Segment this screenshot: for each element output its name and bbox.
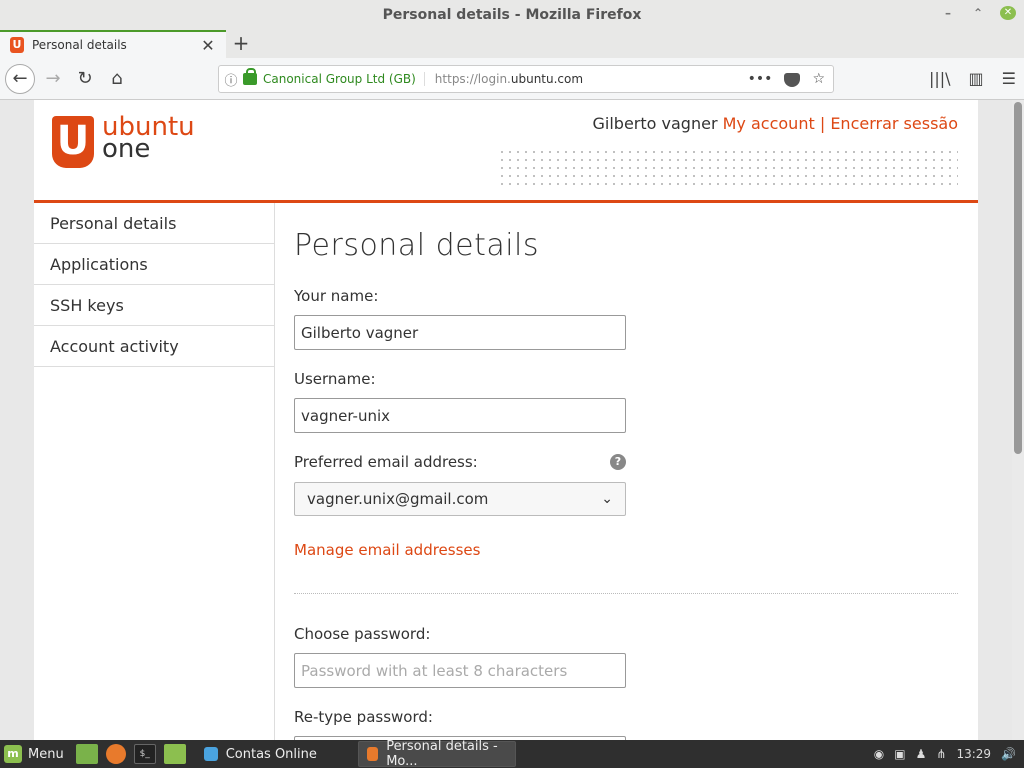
page-scrollbar[interactable] (1012, 100, 1024, 740)
sidebar-item-ssh-keys[interactable]: SSH keys (34, 285, 274, 326)
mint-logo-icon: m (4, 745, 22, 763)
navigation-toolbar: ← → ↻ ⌂ ⓘ Canonical Group Ltd (GB) https… (0, 58, 1024, 100)
forward-button[interactable]: → (40, 66, 66, 92)
ubuntu-one-logo-icon: U (52, 116, 94, 168)
toolbar-right: |||\ ▥ ☰ (929, 69, 1016, 88)
sidebar-toggle-icon[interactable]: ▥ (969, 69, 984, 88)
show-desktop-icon[interactable] (75, 744, 98, 764)
logo-text: ubuntu one (102, 114, 195, 162)
email-select[interactable]: vagner.unix@gmail.com ⌄ (294, 482, 626, 516)
personal-details-form: Personal details Your name: Username: Pr… (294, 203, 958, 740)
ubuntu-favicon-icon: U (10, 37, 24, 53)
ubuntu-one-logo[interactable]: U ubuntu one (52, 114, 195, 168)
task-label: Personal details - Mo... (386, 739, 498, 768)
hamburger-menu-icon[interactable]: ☰ (1002, 69, 1016, 88)
bookmark-star-icon[interactable]: ☆ (812, 71, 825, 87)
name-label: Your name: (294, 287, 379, 305)
volume-icon[interactable]: 🔊 (1001, 747, 1016, 761)
username-input[interactable] (294, 398, 626, 433)
update-manager-icon[interactable]: ◉ (874, 747, 884, 761)
online-accounts-icon (203, 747, 218, 761)
site-info-icon[interactable]: ⓘ (219, 70, 243, 89)
back-button[interactable]: ← (5, 64, 35, 94)
firefox-icon (366, 747, 379, 761)
sidebar-item-applications[interactable]: Applications (34, 244, 274, 285)
task-label: Contas Online (225, 746, 317, 762)
certificate-organization[interactable]: Canonical Group Ltd (GB) (263, 72, 425, 86)
start-menu-button[interactable]: m Menu (0, 745, 72, 763)
sidebar-item-account-activity[interactable]: Account activity (34, 326, 274, 367)
reload-button[interactable]: ↻ (72, 66, 98, 92)
sidebar-divider (274, 203, 275, 740)
password-input[interactable] (294, 653, 626, 688)
account-sidebar: Personal details Applications SSH keys A… (34, 203, 274, 367)
maximize-icon[interactable]: ⌃ (970, 6, 986, 20)
files-launcher-icon[interactable] (163, 744, 186, 764)
tab-personal-details[interactable]: U Personal details ✕ (0, 30, 226, 58)
user-icon[interactable]: ♟ (916, 747, 927, 761)
help-icon[interactable]: ? (610, 454, 626, 470)
section-divider (294, 593, 958, 594)
url-actions: ••• ☆ (748, 71, 833, 87)
new-tab-button[interactable]: + (230, 32, 252, 54)
system-tray: ◉ ▣ ♟ ⋔ 13:29 🔊 (874, 747, 1024, 761)
manage-email-link[interactable]: Manage email addresses (294, 541, 958, 559)
library-icon[interactable]: |||\ (929, 69, 951, 88)
tab-bar: U Personal details ✕ + (0, 30, 1024, 58)
dotted-pattern (498, 148, 958, 190)
menu-label: Menu (28, 746, 64, 762)
page-viewport: U ubuntu one Gilberto vagner My account … (0, 100, 1024, 740)
close-window-icon[interactable]: ✕ (1000, 6, 1016, 20)
lock-icon (243, 68, 257, 85)
scrollbar-thumb[interactable] (1014, 102, 1022, 454)
tab-close-icon[interactable]: ✕ (198, 36, 218, 55)
clipboard-icon[interactable]: ▣ (894, 747, 905, 761)
url-domain: ubuntu.com (510, 72, 584, 86)
page-title: Personal details (294, 228, 540, 263)
window-title: Personal details - Mozilla Firefox (382, 7, 642, 23)
password-label: Choose password: (294, 625, 431, 643)
name-input[interactable] (294, 315, 626, 350)
page-actions-icon[interactable]: ••• (748, 71, 773, 87)
chevron-down-icon: ⌄ (601, 491, 613, 507)
logout-link[interactable]: Encerrar sessão (830, 114, 958, 133)
user-links: Gilberto vagner My account | Encerrar se… (593, 114, 958, 133)
terminal-launcher-icon[interactable]: $_ (133, 744, 156, 764)
minimize-icon[interactable]: – (940, 6, 956, 20)
email-selected-value: vagner.unix@gmail.com (307, 490, 489, 508)
tab-title: Personal details (32, 38, 127, 52)
url-text[interactable]: https://login.ubuntu.com (425, 72, 748, 86)
task-firefox[interactable]: Personal details - Mo... (357, 739, 516, 768)
retype-password-label: Re-type password: (294, 708, 433, 726)
url-bar[interactable]: ⓘ Canonical Group Ltd (GB) https://login… (218, 65, 834, 93)
email-label-row: Preferred email address: ? (294, 453, 626, 471)
username-label: Username: (294, 370, 376, 388)
email-label: Preferred email address: (294, 453, 478, 471)
link-separator: | (819, 114, 826, 133)
window-controls: – ⌃ ✕ (940, 6, 1016, 20)
task-contas-online[interactable]: Contas Online (196, 741, 352, 767)
taskbar: m Menu $_ Contas Online Personal details… (0, 739, 1024, 768)
firefox-launcher-icon[interactable] (105, 744, 126, 764)
page-sheet: U ubuntu one Gilberto vagner My account … (34, 100, 978, 740)
clock[interactable]: 13:29 (956, 747, 991, 761)
window-titlebar: Personal details - Mozilla Firefox – ⌃ ✕ (0, 0, 1024, 30)
pocket-icon[interactable] (784, 73, 801, 87)
my-account-link[interactable]: My account (723, 114, 815, 133)
url-prefix: https://login. (434, 72, 511, 86)
site-header: U ubuntu one Gilberto vagner My account … (34, 100, 978, 203)
home-button[interactable]: ⌂ (104, 66, 130, 92)
user-name: Gilberto vagner (592, 114, 718, 133)
sidebar-item-personal-details[interactable]: Personal details (34, 203, 274, 244)
network-icon[interactable]: ⋔ (936, 747, 946, 761)
